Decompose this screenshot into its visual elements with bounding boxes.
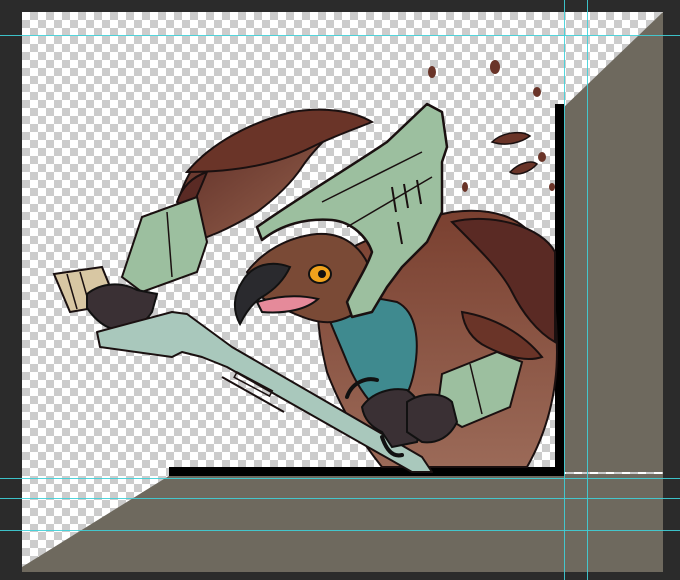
backdrop-panel-bottom xyxy=(22,474,663,572)
pupil xyxy=(318,270,326,278)
splatter xyxy=(508,161,539,175)
splatter xyxy=(549,183,555,191)
splatter xyxy=(462,182,468,192)
frame-border-horizontal xyxy=(169,467,564,476)
eagle-knight-illustration xyxy=(22,12,663,572)
splatter xyxy=(533,87,541,97)
frame-border-vertical xyxy=(555,104,564,476)
splatter xyxy=(490,131,532,145)
splatter xyxy=(428,66,436,78)
splatter xyxy=(490,60,500,74)
backdrop-panel-top-right xyxy=(564,12,663,472)
splatter xyxy=(538,152,546,162)
document-canvas[interactable] xyxy=(22,12,663,572)
arm-guard-left xyxy=(120,195,209,294)
